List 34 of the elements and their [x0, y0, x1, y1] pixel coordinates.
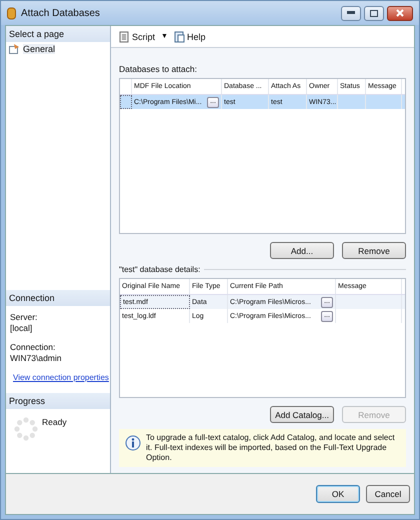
info-icon	[125, 435, 141, 451]
section-label: "test" database details:	[119, 265, 200, 274]
help-button[interactable]: Help	[172, 30, 208, 44]
page-icon	[9, 44, 20, 54]
minimize-icon	[347, 11, 355, 15]
maximize-icon	[370, 10, 378, 16]
close-icon	[396, 9, 404, 17]
maximize-button[interactable]	[364, 6, 384, 20]
connection-value: WIN73\admin	[10, 353, 62, 364]
page-item[interactable]: General	[6, 42, 110, 56]
connection-label: Connection:	[10, 342, 56, 353]
dialog-button[interactable]: OK	[316, 485, 360, 503]
section-header: Progress	[6, 393, 110, 409]
dialog-button[interactable]: Remove	[342, 242, 406, 259]
window-title: Attach Databases	[21, 8, 100, 18]
progress-spinner-icon	[14, 417, 38, 441]
dialog-button[interactable]: Cancel	[366, 485, 410, 503]
dialog-button[interactable]: Add Catalog...	[270, 406, 334, 423]
database-icon	[7, 6, 16, 20]
minimize-button[interactable]	[341, 6, 361, 20]
row-selector[interactable]	[120, 95, 132, 109]
help-icon	[174, 30, 185, 42]
connection-properties-link[interactable]: View connection properties	[13, 373, 109, 382]
section-header: Select a page	[6, 26, 110, 42]
section-label: Databases to attach:	[119, 64, 198, 74]
info-text: To upgrade a full-text catalog, click Add Catalog, and locate and select it. Full-text indexes will be imported, based on the Full-Text Upgrade Option.	[146, 433, 396, 463]
document-icon	[119, 30, 130, 42]
progress-status: Ready	[42, 417, 67, 428]
close-button[interactable]	[387, 6, 413, 20]
server-label: Server:	[10, 312, 38, 323]
section-header: Connection	[6, 290, 110, 306]
script-button[interactable]: Script	[117, 30, 158, 44]
server-value: [local]	[10, 323, 34, 334]
dialog-button[interactable]: Add...	[270, 242, 334, 259]
